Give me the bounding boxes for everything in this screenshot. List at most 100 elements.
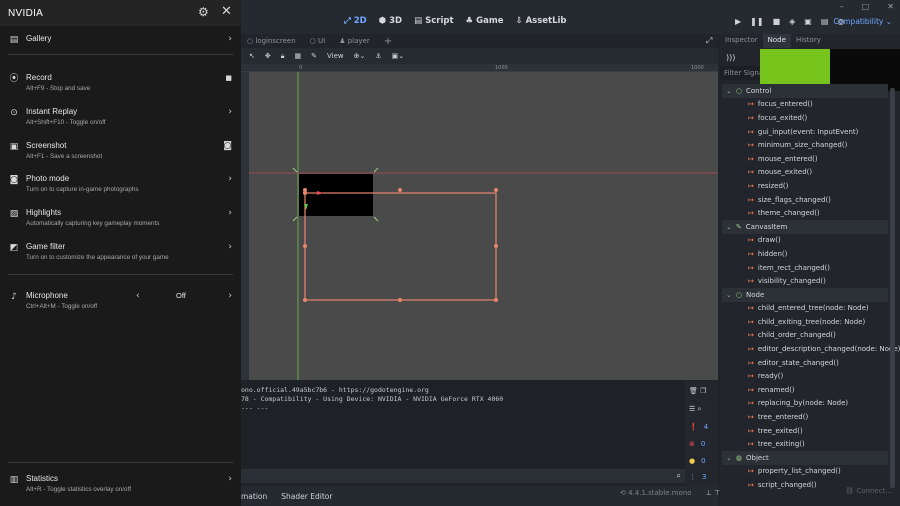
- error-count-badge[interactable]: ⊗ 0: [689, 438, 715, 450]
- menu-item-microphone[interactable]: ♪ Microphone Ctrl+Alt+M - Toggle on/off …: [0, 288, 241, 318]
- tab-shader-editor[interactable]: Shader Editor: [281, 492, 332, 501]
- gear-icon[interactable]: ⚙: [198, 6, 209, 18]
- chevron-right-icon[interactable]: ›: [228, 290, 232, 302]
- signal-row[interactable]: ↦ item_rect_changed(): [722, 261, 888, 275]
- nvidia-header: NVIDIA ⚙ ✕: [0, 0, 241, 26]
- canvas-viewport[interactable]: [249, 72, 718, 380]
- scene-tab-ui[interactable]: ○ UI: [310, 37, 326, 45]
- dock-scrollbar[interactable]: [890, 88, 895, 488]
- signal-category[interactable]: ⌄ ◍ Object: [722, 451, 888, 465]
- maximize-icon[interactable]: □: [862, 2, 870, 11]
- connect-button[interactable]: ⛓ Connect...: [845, 487, 892, 495]
- nvidia-title: NVIDIA: [8, 8, 44, 19]
- pause-icon[interactable]: ❚❚: [750, 17, 763, 26]
- scene-tab-loginscreen[interactable]: ○ loginscreen: [247, 37, 296, 45]
- stop-icon[interactable]: ■: [773, 17, 781, 26]
- signal-row[interactable]: ↦ ready(): [722, 369, 888, 383]
- snap-icon[interactable]: ⊕⌄: [354, 52, 366, 60]
- warning-count-badge[interactable]: ● 0: [689, 455, 715, 467]
- move-tool-icon[interactable]: ✥: [265, 52, 271, 60]
- signal-category[interactable]: ⌄ ✎ CanvasItem: [722, 219, 888, 234]
- group-icon[interactable]: ▦: [294, 52, 301, 60]
- play-scene-icon[interactable]: ▣: [804, 17, 812, 26]
- signal-row[interactable]: ↦ focus_entered(): [722, 98, 888, 112]
- signal-category[interactable]: ⌄ ○ Node: [722, 287, 888, 302]
- menu-item-game-filter[interactable]: ◩ Game filter Turn on to customize the a…: [0, 239, 241, 269]
- anchor-icon[interactable]: ⚓︎: [375, 52, 381, 60]
- signal-row[interactable]: ↦ tree_exiting(): [722, 437, 888, 451]
- signal-row[interactable]: ↦ mouse_exited(): [722, 166, 888, 180]
- signal-row[interactable]: ↦ minimum_size_changed(): [722, 138, 888, 152]
- output-filter-bar[interactable]: ⌕: [241, 469, 685, 483]
- menu-item-photo-mode[interactable]: ◙ Photo mode Turn on to capture in-game …: [0, 171, 241, 201]
- menu-item-statistics[interactable]: ▥ Statistics Alt+R - Toggle statistics o…: [0, 471, 241, 501]
- signal-row[interactable]: ↦ hidden(): [722, 247, 888, 261]
- add-scene-tab-icon[interactable]: +: [384, 36, 392, 47]
- highlights-icon: ▨: [9, 209, 19, 219]
- chevron-left-icon[interactable]: ‹: [136, 290, 140, 302]
- chevron-right-icon: ›: [228, 34, 232, 44]
- chevron-right-icon: ›: [228, 242, 232, 252]
- info-count-badge[interactable]: ⋮ 3: [689, 471, 715, 483]
- chevron-right-icon: ›: [228, 174, 232, 184]
- play-custom-icon[interactable]: ▤: [821, 17, 829, 26]
- menu-item-highlights[interactable]: ▨ Highlights Automatically capturing key…: [0, 205, 241, 235]
- filter-toggle-icon[interactable]: ☰ ⌕: [689, 403, 715, 415]
- view-menu[interactable]: View: [327, 52, 344, 60]
- tab-node[interactable]: Node: [762, 34, 791, 48]
- signal-row[interactable]: ↦ tree_entered(): [722, 410, 888, 424]
- signal-row[interactable]: ↦ theme_changed(): [722, 206, 888, 220]
- signal-row[interactable]: ↦ child_exiting_tree(node: Node): [722, 315, 888, 329]
- signal-row[interactable]: ↦ visibility_changed(): [722, 274, 888, 288]
- menu-item-record[interactable]: ⦿ Record Alt+F9 - Stop and save ■: [0, 70, 241, 100]
- stop-icon[interactable]: ■: [225, 72, 232, 84]
- output-line: --- ---: [241, 404, 269, 412]
- signal-category[interactable]: ⌄ ○ Control: [722, 84, 888, 98]
- signal-row[interactable]: ↦ property_list_changed(): [722, 465, 888, 479]
- tab-3d[interactable]: ⬢ 3D: [379, 16, 402, 26]
- clear-output-icon[interactable]: 🗑︎ ❐: [689, 385, 715, 397]
- tab-inspector[interactable]: Inspector: [720, 34, 763, 48]
- distraction-free-icon[interactable]: ⤢: [706, 36, 712, 46]
- camera-icon[interactable]: ◙: [223, 140, 232, 152]
- close-icon[interactable]: ✕: [221, 5, 232, 18]
- selected-control-rect[interactable]: [299, 174, 373, 216]
- signal-row[interactable]: ↦ mouse_entered(): [722, 152, 888, 166]
- scene-tab-player[interactable]: ♟ player: [339, 37, 370, 45]
- menu-item-screenshot[interactable]: ▣ Screenshot Alt+F1 - Save a screenshot …: [0, 138, 241, 168]
- remote-icon[interactable]: ◈: [789, 17, 795, 26]
- menu-item-instant-replay[interactable]: ⊙ Instant Replay Alt+Shift+F10 - Toggle …: [0, 104, 241, 134]
- tab-script[interactable]: ▤ Script: [414, 16, 453, 26]
- signal-row[interactable]: ↦ editor_state_changed(): [722, 356, 888, 370]
- minimize-icon[interactable]: –: [840, 2, 844, 11]
- close-window-icon[interactable]: ✕: [887, 2, 894, 11]
- play-icon[interactable]: ▶: [735, 17, 741, 26]
- tab-animation[interactable]: mation: [241, 492, 267, 501]
- signal-row[interactable]: ↦ resized(): [722, 179, 888, 193]
- signal-row[interactable]: ↦ renamed(): [722, 383, 888, 397]
- menu-item-gallery[interactable]: ▤ Gallery ›: [0, 31, 241, 61]
- select-tool-icon[interactable]: ↖: [249, 52, 255, 60]
- signal-row[interactable]: ↦ child_order_changed(): [722, 329, 888, 343]
- layout-icon[interactable]: ▣⌄: [392, 52, 404, 60]
- pin-icon[interactable]: ⊥ ⊤: [706, 489, 720, 497]
- tab-2d[interactable]: ⤢ 2D: [344, 16, 367, 26]
- signal-row[interactable]: ↦ editor_description_changed(node: Node): [722, 342, 900, 356]
- output-filters: 🗑︎ ❐ ☰ ⌕ ❗ 4 ⊗ 0 ● 0 ⋮ 3: [685, 381, 718, 486]
- signal-row[interactable]: ↦ focus_exited(): [722, 111, 888, 125]
- microphone-value: Off: [176, 291, 186, 300]
- bone-icon[interactable]: ✎: [311, 52, 317, 60]
- lock-icon[interactable]: 🔒︎: [281, 52, 285, 61]
- signal-row[interactable]: ↦ child_entered_tree(node: Node): [722, 302, 888, 316]
- signal-row[interactable]: ↦ gui_input(event: InputEvent): [722, 125, 888, 139]
- signals-icon[interactable]: ))): [726, 53, 735, 62]
- tab-history[interactable]: History: [791, 34, 826, 48]
- tab-game[interactable]: ♣ Game: [466, 16, 504, 26]
- signal-row[interactable]: ↦ replacing_by(node: Node): [722, 397, 888, 411]
- signal-row[interactable]: ↦ draw(): [722, 234, 888, 248]
- renderer-select[interactable]: Compatibility ⌄: [833, 17, 892, 26]
- signal-row[interactable]: ↦ size_flags_changed(): [722, 193, 888, 207]
- tab-assetlib[interactable]: ⇩ AssetLib: [515, 16, 566, 26]
- signal-row[interactable]: ↦ tree_exited(): [722, 424, 888, 438]
- log-count-badge[interactable]: ❗ 4: [689, 421, 715, 433]
